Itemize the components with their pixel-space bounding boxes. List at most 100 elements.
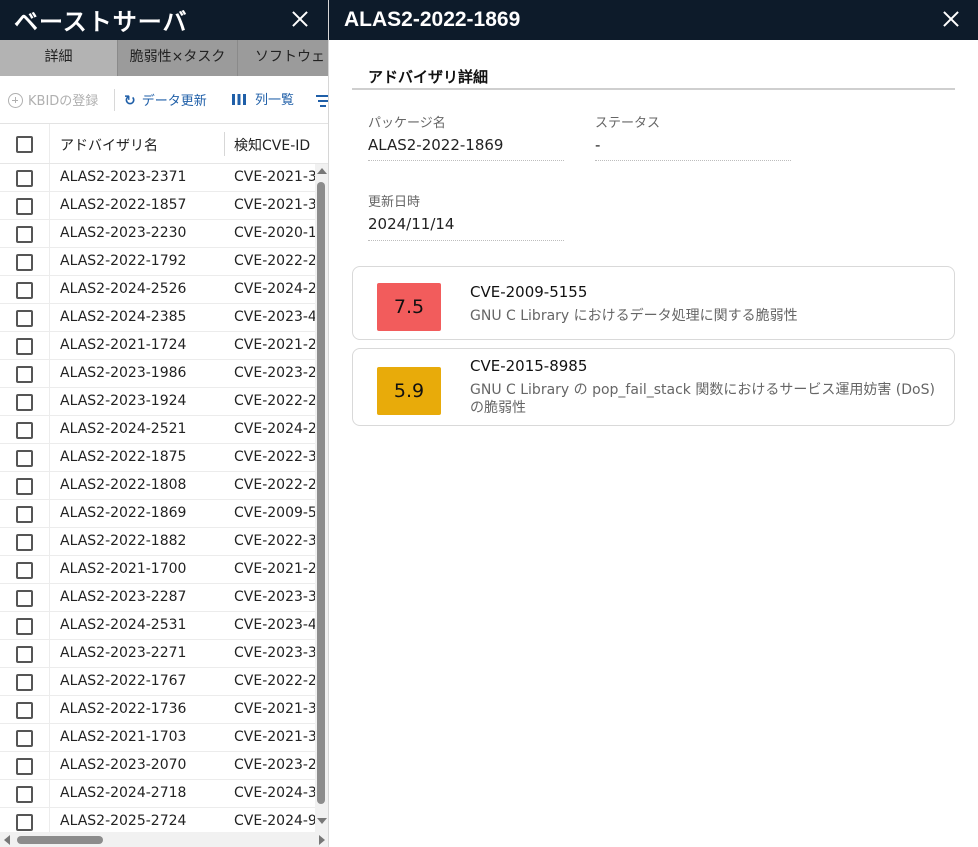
- horizontal-scroll-thumb[interactable]: [17, 836, 103, 844]
- row-checkbox[interactable]: [16, 254, 33, 271]
- advisory-name-cell: ALAS2-2022-1808: [60, 477, 187, 493]
- table-row[interactable]: ALAS2-2022-1882 CVE-2022-3: [0, 528, 315, 556]
- row-checkbox[interactable]: [16, 562, 33, 579]
- cve-card[interactable]: 7.5 CVE-2009-5155 GNU C Library におけるデータ処…: [352, 266, 955, 340]
- row-checkbox[interactable]: [16, 646, 33, 663]
- table-row[interactable]: ALAS2-2023-2070 CVE-2023-2: [0, 752, 315, 780]
- filter-icon[interactable]: [316, 95, 328, 107]
- row-checkbox[interactable]: [16, 450, 33, 467]
- detected-cve-cell: CVE-2022-3: [234, 533, 315, 549]
- column-divider: [49, 124, 50, 163]
- updated-at-value: 2024/11/14: [368, 215, 455, 233]
- column-divider: [49, 192, 50, 220]
- row-checkbox[interactable]: [16, 534, 33, 551]
- table-row[interactable]: ALAS2-2022-1736 CVE-2021-3: [0, 696, 315, 724]
- row-checkbox[interactable]: [16, 674, 33, 691]
- vertical-scroll-thumb[interactable]: [317, 182, 325, 804]
- table-row[interactable]: ALAS2-2025-2724 CVE-2024-9: [0, 808, 315, 832]
- row-checkbox[interactable]: [16, 422, 33, 439]
- cvss-score-badge: 5.9: [377, 367, 441, 415]
- horizontal-scrollbar[interactable]: [0, 832, 328, 847]
- table-row[interactable]: ALAS2-2022-1792 CVE-2022-2: [0, 248, 315, 276]
- column-resize-handle[interactable]: [224, 132, 225, 156]
- row-checkbox[interactable]: [16, 814, 33, 831]
- register-kbid-button[interactable]: KBIDの登録: [8, 93, 98, 109]
- detected-cve-cell: CVE-2022-3: [234, 449, 315, 465]
- detected-cve-cell: CVE-2023-3: [234, 589, 315, 605]
- column-divider: [49, 584, 50, 612]
- close-icon[interactable]: [942, 10, 960, 28]
- table-row[interactable]: ALAS2-2024-2521 CVE-2024-2: [0, 416, 315, 444]
- column-divider: [49, 528, 50, 556]
- advisory-name-cell: ALAS2-2021-1724: [60, 337, 187, 353]
- row-checkbox[interactable]: [16, 478, 33, 495]
- tab-vulnerability-task[interactable]: 脆弱性×タスク: [118, 40, 238, 76]
- table-row[interactable]: ALAS2-2024-2718 CVE-2024-3: [0, 780, 315, 808]
- row-checkbox[interactable]: [16, 758, 33, 775]
- table-row[interactable]: ALAS2-2023-1924 CVE-2022-2: [0, 388, 315, 416]
- detected-cve-cell: CVE-2021-3: [234, 701, 315, 717]
- row-checkbox[interactable]: [16, 702, 33, 719]
- column-divider: [49, 248, 50, 276]
- column-divider: [49, 444, 50, 472]
- table-row[interactable]: ALAS2-2024-2526 CVE-2024-2: [0, 276, 315, 304]
- tab-details[interactable]: 詳細: [0, 40, 118, 76]
- table-row[interactable]: ALAS2-2021-1724 CVE-2021-2: [0, 332, 315, 360]
- table-row[interactable]: ALAS2-2023-2287 CVE-2023-3: [0, 584, 315, 612]
- vertical-scrollbar[interactable]: [315, 164, 328, 832]
- row-checkbox[interactable]: [16, 170, 33, 187]
- row-checkbox[interactable]: [16, 730, 33, 747]
- row-checkbox[interactable]: [16, 394, 33, 411]
- column-header-detected-cve[interactable]: 検知CVE-ID: [234, 135, 310, 155]
- row-checkbox[interactable]: [16, 226, 33, 243]
- cve-card[interactable]: 5.9 CVE-2015-8985 GNU C Library の pop_fa…: [352, 348, 955, 426]
- select-all-checkbox[interactable]: [16, 136, 33, 153]
- table-row[interactable]: ALAS2-2022-1875 CVE-2022-3: [0, 444, 315, 472]
- tab-software[interactable]: ソフトウェ: [238, 40, 328, 76]
- row-checkbox[interactable]: [16, 310, 33, 327]
- row-checkbox[interactable]: [16, 506, 33, 523]
- table-row[interactable]: ALAS2-2022-1767 CVE-2022-2: [0, 668, 315, 696]
- section-title: アドバイザリ詳細: [368, 68, 489, 86]
- advisory-name-cell: ALAS2-2023-2371: [60, 169, 187, 185]
- row-checkbox[interactable]: [16, 338, 33, 355]
- scroll-left-icon[interactable]: [4, 835, 10, 845]
- scroll-up-icon[interactable]: [317, 168, 327, 174]
- table-row[interactable]: ALAS2-2022-1808 CVE-2022-2: [0, 472, 315, 500]
- column-divider: [49, 780, 50, 808]
- column-divider: [49, 500, 50, 528]
- row-checkbox[interactable]: [16, 786, 33, 803]
- row-checkbox[interactable]: [16, 282, 33, 299]
- advisory-detail-panel: ALAS2-2022-1869 アドバイザリ詳細 パッケージ名 ALAS2-20…: [329, 0, 978, 847]
- refresh-data-button[interactable]: ↻ データ更新: [124, 93, 207, 109]
- table-row[interactable]: ALAS2-2021-1700 CVE-2021-2: [0, 556, 315, 584]
- table-row[interactable]: ALAS2-2024-2385 CVE-2023-4: [0, 304, 315, 332]
- table-row[interactable]: ALAS2-2023-2371 CVE-2021-3: [0, 164, 315, 192]
- advisory-name-cell: ALAS2-2022-1869: [60, 505, 187, 521]
- detected-cve-cell: CVE-2024-2: [234, 421, 315, 437]
- column-list-button[interactable]: 列一覧: [232, 93, 294, 109]
- detected-cve-cell: CVE-2024-2: [234, 281, 315, 297]
- advisory-name-cell: ALAS2-2025-2724: [60, 813, 187, 829]
- row-checkbox[interactable]: [16, 366, 33, 383]
- row-checkbox[interactable]: [16, 590, 33, 607]
- row-checkbox[interactable]: [16, 618, 33, 635]
- table-row[interactable]: ALAS2-2023-2230 CVE-2020-1: [0, 220, 315, 248]
- advisory-name-cell: ALAS2-2022-1857: [60, 197, 187, 213]
- left-panel-header: ベーストサーバ: [0, 0, 328, 40]
- row-checkbox[interactable]: [16, 198, 33, 215]
- table-row[interactable]: ALAS2-2023-2271 CVE-2023-3: [0, 640, 315, 668]
- table-row[interactable]: ALAS2-2021-1703 CVE-2021-3: [0, 724, 315, 752]
- table-row[interactable]: ALAS2-2022-1857 CVE-2021-3: [0, 192, 315, 220]
- close-icon[interactable]: [291, 10, 309, 28]
- advisory-name-cell: ALAS2-2022-1736: [60, 701, 187, 717]
- column-header-advisory-name[interactable]: アドバイザリ名: [60, 135, 158, 155]
- column-divider: [49, 612, 50, 640]
- table-row[interactable]: ALAS2-2022-1869 CVE-2009-5: [0, 500, 315, 528]
- toolbar: KBIDの登録 ↻ データ更新 列一覧: [0, 76, 328, 124]
- table-row[interactable]: ALAS2-2023-1986 CVE-2023-2: [0, 360, 315, 388]
- scroll-down-icon[interactable]: [317, 818, 327, 824]
- scroll-right-icon[interactable]: [319, 835, 325, 845]
- table-row[interactable]: ALAS2-2024-2531 CVE-2023-4: [0, 612, 315, 640]
- detected-cve-cell: CVE-2023-2: [234, 757, 315, 773]
